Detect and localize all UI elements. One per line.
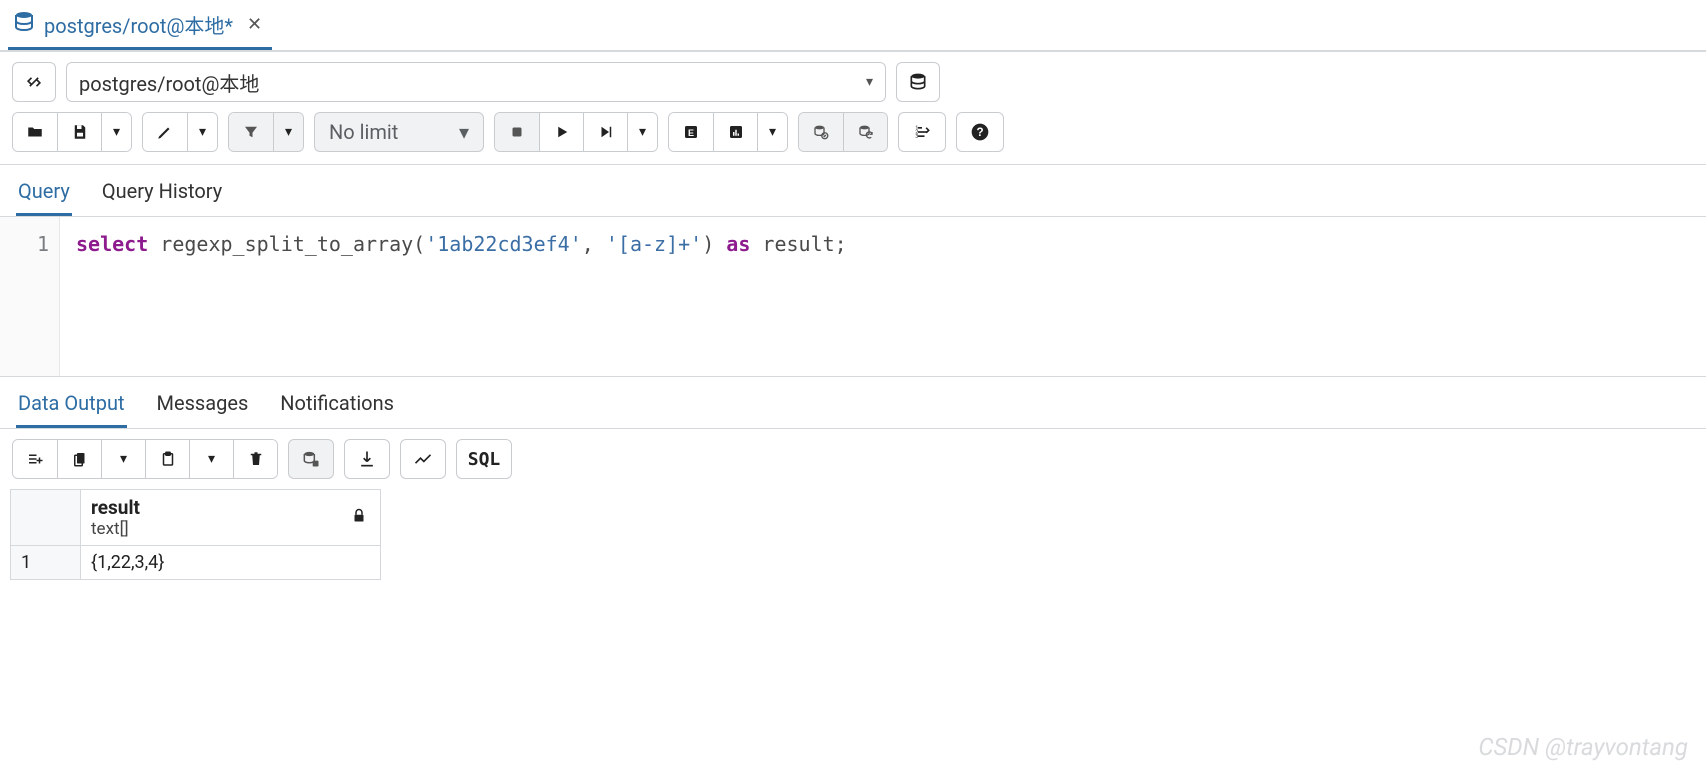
filter-dropdown[interactable]: ▾ [273,113,303,151]
column-name: result [91,496,370,519]
chevron-down-icon: ▾ [459,120,469,144]
delete-row-button[interactable] [233,440,277,478]
explain-analyze-button[interactable] [713,113,757,151]
explain-group: E ▾ [668,112,788,152]
row-number-header[interactable] [11,490,81,546]
save-data-button[interactable] [288,439,334,479]
filter-button[interactable] [229,113,273,151]
editor-gutter: 1 [0,217,60,376]
edit-group: ▾ [142,112,218,152]
tab-messages[interactable]: Messages [155,387,251,428]
svg-text:?: ? [976,126,983,139]
cell-value[interactable]: {1,22,3,4} [81,546,381,580]
filter-group: ▾ [228,112,304,152]
connection-bar: postgres/root@本地 ▾ [0,52,1706,112]
database-connection-icon [12,10,36,39]
commit-button[interactable] [799,113,843,151]
open-file-button[interactable] [13,113,57,151]
column-header-result[interactable]: result text[] [81,490,381,546]
macros-button[interactable]: 123 [898,112,946,152]
explain-button[interactable]: E [669,113,713,151]
paste-row-button[interactable] [145,440,189,478]
graph-visualize-button[interactable] [400,439,446,479]
svg-text:3: 3 [915,134,918,140]
execute-group: ▾ [494,112,658,152]
transaction-group [798,112,888,152]
lock-icon [350,506,368,529]
row-limit-label: No limit [329,120,398,144]
chevron-down-icon: ▾ [866,74,873,90]
save-file-button[interactable] [57,113,101,151]
explain-dropdown[interactable]: ▾ [757,113,787,151]
add-row-button[interactable] [13,440,57,478]
rollback-button[interactable] [843,113,887,151]
result-tabs: Data Output Messages Notifications [0,377,1706,429]
execute-dropdown[interactable]: ▾ [627,113,657,151]
paste-row-dropdown[interactable]: ▾ [189,440,233,478]
copy-row-dropdown[interactable]: ▾ [101,440,145,478]
edit-button[interactable] [143,113,187,151]
watermark: CSDN @trayvontang [1478,733,1688,761]
help-button[interactable]: ? [956,112,1004,152]
connection-status-icon[interactable] [12,62,56,102]
connection-select-value: postgres/root@本地 [79,68,259,97]
execute-script-button[interactable] [583,113,627,151]
connection-tab[interactable]: postgres/root@本地* ✕ [8,4,272,50]
tab-query[interactable]: Query [16,175,72,216]
save-file-dropdown[interactable]: ▾ [101,113,131,151]
tab-query-history[interactable]: Query History [100,175,224,216]
top-tab-bar: postgres/root@本地* ✕ [0,0,1706,52]
column-type: text[] [91,519,370,539]
connection-select[interactable]: postgres/root@本地 ▾ [66,62,886,102]
editor-code[interactable]: select regexp_split_to_array('1ab22cd3ef… [60,217,863,376]
row-number-cell: 1 [11,546,81,580]
tab-data-output[interactable]: Data Output [16,387,127,428]
main-toolbar: ▾ ▾ ▾ No limit ▾ ▾ E ▾ [0,112,1706,165]
execute-button[interactable] [539,113,583,151]
edit-dropdown[interactable]: ▾ [187,113,217,151]
download-button[interactable] [344,439,390,479]
close-tab-icon[interactable]: ✕ [247,14,262,35]
results-grid: result text[] 1 {1,22,3,4} [10,489,381,580]
row-limit-select[interactable]: No limit ▾ [314,112,484,152]
view-sql-button[interactable]: SQL [456,439,512,479]
server-icon-button[interactable] [896,62,940,102]
stop-button[interactable] [495,113,539,151]
table-row[interactable]: 1 {1,22,3,4} [11,546,381,580]
svg-text:E: E [688,128,694,138]
editor-tabs: Query Query History [0,165,1706,217]
tab-notifications[interactable]: Notifications [278,387,396,428]
query-editor[interactable]: 1 select regexp_split_to_array('1ab22cd3… [0,217,1706,377]
file-group: ▾ [12,112,132,152]
connection-tab-label: postgres/root@本地* [44,10,233,39]
copy-row-button[interactable] [57,440,101,478]
line-number: 1 [0,229,49,259]
add-row-group: ▾ ▾ [12,439,278,479]
results-toolbar: ▾ ▾ SQL [0,429,1706,489]
